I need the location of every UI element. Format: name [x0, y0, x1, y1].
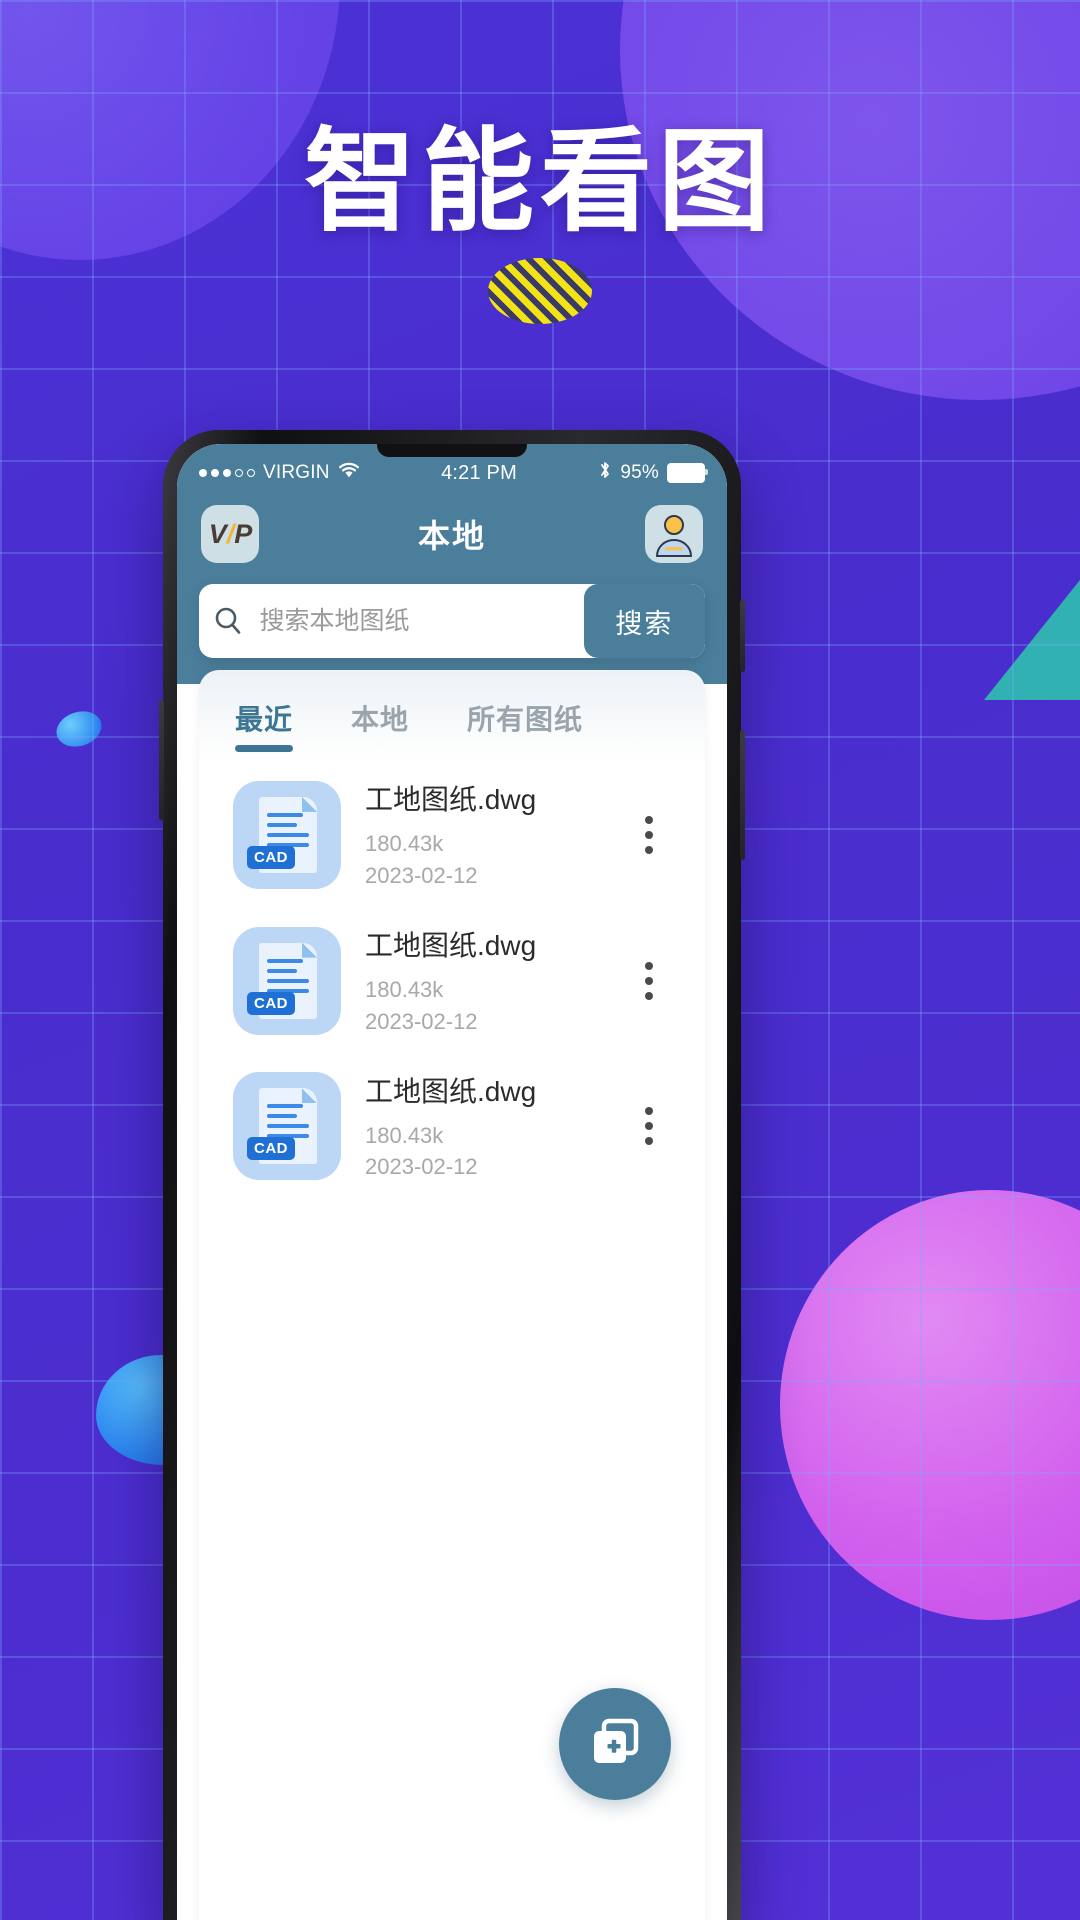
vip-badge-button[interactable]: V / P — [201, 505, 259, 563]
cad-file-icon: CAD — [233, 926, 341, 1035]
phone-power-button — [740, 730, 745, 860]
search-icon — [199, 605, 258, 637]
file-date: 2023-02-12 — [365, 1154, 478, 1180]
file-meta: 工地图纸.dwg 180.43k 2023-02-12 — [365, 778, 603, 892]
file-date: 2023-02-12 — [365, 862, 478, 888]
file-date: 2023-02-12 — [365, 1008, 478, 1034]
app-navbar: V / P 本地 — [177, 490, 727, 578]
vip-letter-v: V — [208, 518, 227, 549]
battery-icon — [667, 463, 708, 483]
decorative-blob-blue-small — [51, 705, 107, 753]
vip-slash: / — [226, 518, 234, 549]
phone-notch — [377, 444, 527, 457]
bluetooth-icon — [598, 460, 612, 486]
phone-volume-button — [159, 700, 164, 820]
carrier-label: VIRGIN — [263, 462, 330, 483]
file-list-item[interactable]: CAD 工地图纸.dwg 180.43k 2023-02-12 — [199, 908, 705, 1054]
tab-bar: 最近 本地 所有图纸 — [199, 670, 705, 752]
file-size: 180.43k — [365, 976, 444, 1002]
search-section: 搜索 — [177, 578, 727, 684]
user-avatar-icon — [650, 512, 698, 563]
status-bar-right: 95% — [598, 460, 708, 486]
more-vertical-icon[interactable] — [627, 1097, 671, 1155]
search-bar: 搜索 — [199, 584, 705, 658]
cad-tag-label: CAD — [247, 991, 295, 1015]
cad-file-icon: CAD — [233, 1072, 341, 1181]
file-name: 工地图纸.dwg — [365, 784, 537, 815]
file-meta: 工地图纸.dwg 180.43k 2023-02-12 — [365, 924, 603, 1038]
vip-letter-p: P — [234, 518, 252, 549]
tab-all-drawings[interactable]: 所有图纸 — [467, 698, 583, 752]
cad-tag-label: CAD — [247, 1137, 295, 1161]
poster-headline: 智能看图 — [304, 119, 776, 244]
search-button[interactable]: 搜索 — [583, 584, 705, 658]
search-input[interactable] — [257, 605, 584, 637]
cad-file-icon: CAD — [233, 780, 341, 889]
file-name: 工地图纸.dwg — [365, 929, 537, 961]
wifi-icon — [338, 462, 360, 485]
page-title: 本地 — [417, 518, 486, 554]
phone-mute-button — [740, 600, 745, 672]
add-document-icon — [586, 1713, 644, 1776]
status-bar-left: VIRGIN — [199, 462, 360, 485]
decorative-blob-pink — [780, 1190, 1080, 1620]
status-bar-time: 4:21 PM — [441, 461, 517, 484]
file-meta: 工地图纸.dwg 180.43k 2023-02-12 — [365, 1070, 603, 1184]
file-name: 工地图纸.dwg — [365, 1075, 537, 1107]
file-size: 180.43k — [365, 1122, 444, 1148]
file-list-item[interactable]: CAD 工地图纸.dwg 180.43k 2023-02-12 — [199, 1054, 705, 1200]
phone-screen: VIRGIN 4:21 PM 95% V / P 本地 搜索本地图纸 搜索 最近… — [177, 444, 727, 1920]
cad-tag-label: CAD — [247, 845, 295, 869]
user-avatar-button[interactable] — [644, 505, 703, 563]
poster-canvas: 智能看图 VIRGIN 4:21 PM 95% V / P 本地 搜索本地图纸 … — [0, 0, 1080, 1920]
more-vertical-icon[interactable] — [627, 806, 671, 864]
signal-strength-icon — [199, 469, 255, 477]
app-header: VIRGIN 4:21 PM 95% V / P 本地 — [177, 444, 727, 578]
file-size: 180.43k — [365, 831, 444, 856]
tab-recent[interactable]: 最近 — [235, 698, 294, 752]
phone-mockup: VIRGIN 4:21 PM 95% V / P 本地 搜索本地图纸 搜索 最近… — [159, 430, 745, 1920]
file-list: CAD 工地图纸.dwg 180.43k 2023-02-12 CAD 工地图纸… — [199, 752, 705, 1199]
more-vertical-icon[interactable] — [627, 952, 671, 1010]
file-list-item[interactable]: CAD 工地图纸.dwg 180.43k 2023-02-12 — [199, 762, 705, 908]
add-document-button[interactable] — [559, 1688, 671, 1800]
battery-percent-label: 95% — [620, 462, 659, 483]
tab-local[interactable]: 本地 — [351, 698, 409, 752]
status-bar: VIRGIN 4:21 PM 95% — [177, 456, 727, 490]
content-sheet: 最近 本地 所有图纸 CAD 工地图纸.dwg 180.43k 2023-02-… — [199, 670, 705, 1920]
app-root: VIRGIN 4:21 PM 95% V / P 本地 搜索本地图纸 搜索 最近… — [177, 444, 727, 1920]
striped-ellipse-decoration — [488, 258, 592, 324]
decorative-triangle-teal — [984, 580, 1080, 700]
